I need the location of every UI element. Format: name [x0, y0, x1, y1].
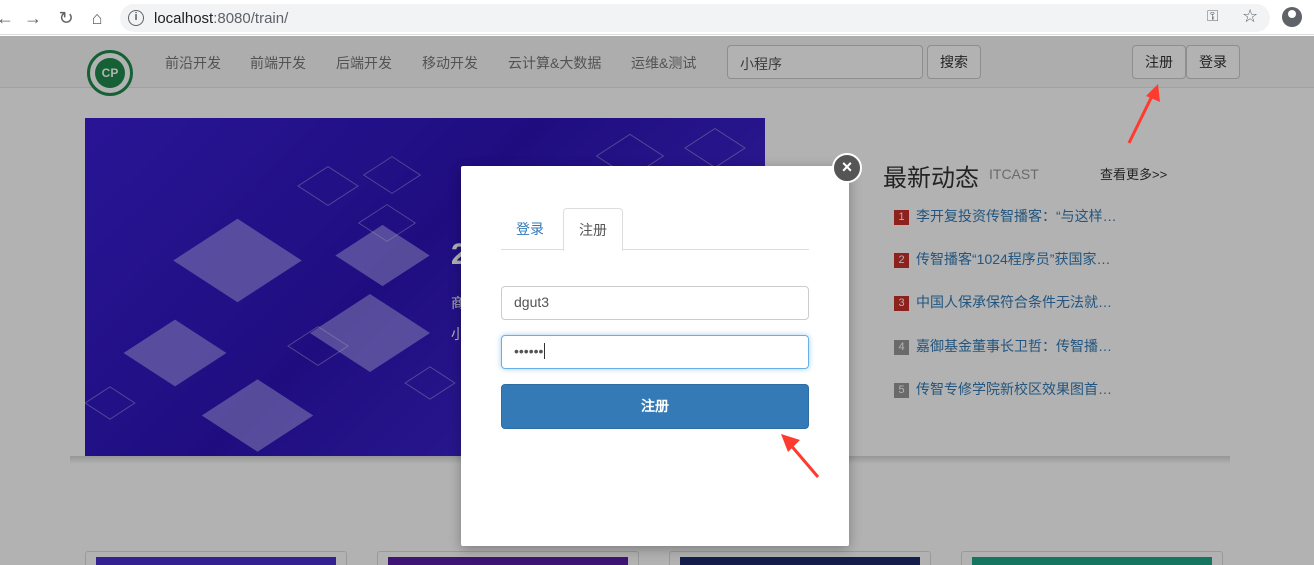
annotation-arrow-head — [781, 434, 800, 452]
profile-icon[interactable] — [1282, 7, 1302, 27]
url-host: localhost — [154, 10, 214, 27]
url-path: :8080/train/ — [213, 10, 289, 27]
register-submit-button[interactable]: 注册 — [501, 384, 809, 429]
password-field[interactable]: •••••• — [501, 335, 809, 369]
auth-modal: 登录 注册 dgut3 •••••• 注册 — [461, 166, 849, 546]
username-field[interactable]: dgut3 — [501, 286, 809, 320]
back-icon[interactable]: ← — [0, 7, 16, 29]
text-cursor — [544, 343, 546, 359]
annotation-arrow — [781, 434, 820, 478]
annotation-arrow-head — [1146, 84, 1160, 102]
home-icon[interactable]: ⌂ — [86, 7, 108, 29]
forward-icon[interactable]: → — [22, 7, 44, 29]
annotation-arrow-shaft — [787, 442, 820, 478]
tab-register[interactable]: 注册 — [563, 208, 623, 251]
annotation-arrow-shaft — [1127, 91, 1156, 144]
annotation-arrow — [1127, 84, 1160, 144]
tab-login[interactable]: 登录 — [501, 208, 559, 250]
password-value: •••••• — [514, 343, 544, 359]
reload-icon[interactable]: ↻ — [55, 7, 77, 29]
auth-tabs: 登录 注册 — [501, 208, 809, 251]
info-icon[interactable]: i — [128, 10, 144, 26]
close-icon[interactable]: × — [832, 153, 862, 183]
address-bar[interactable]: i localhost:8080/train/ — [120, 4, 1270, 32]
star-icon[interactable]: ☆ — [1242, 6, 1258, 27]
url-text[interactable]: localhost:8080/train/ — [154, 10, 288, 27]
browser-toolbar: ← → ↻ ⌂ i localhost:8080/train/ ⚿ ☆ — [0, 0, 1314, 35]
key-icon[interactable]: ⚿ — [1207, 8, 1218, 25]
